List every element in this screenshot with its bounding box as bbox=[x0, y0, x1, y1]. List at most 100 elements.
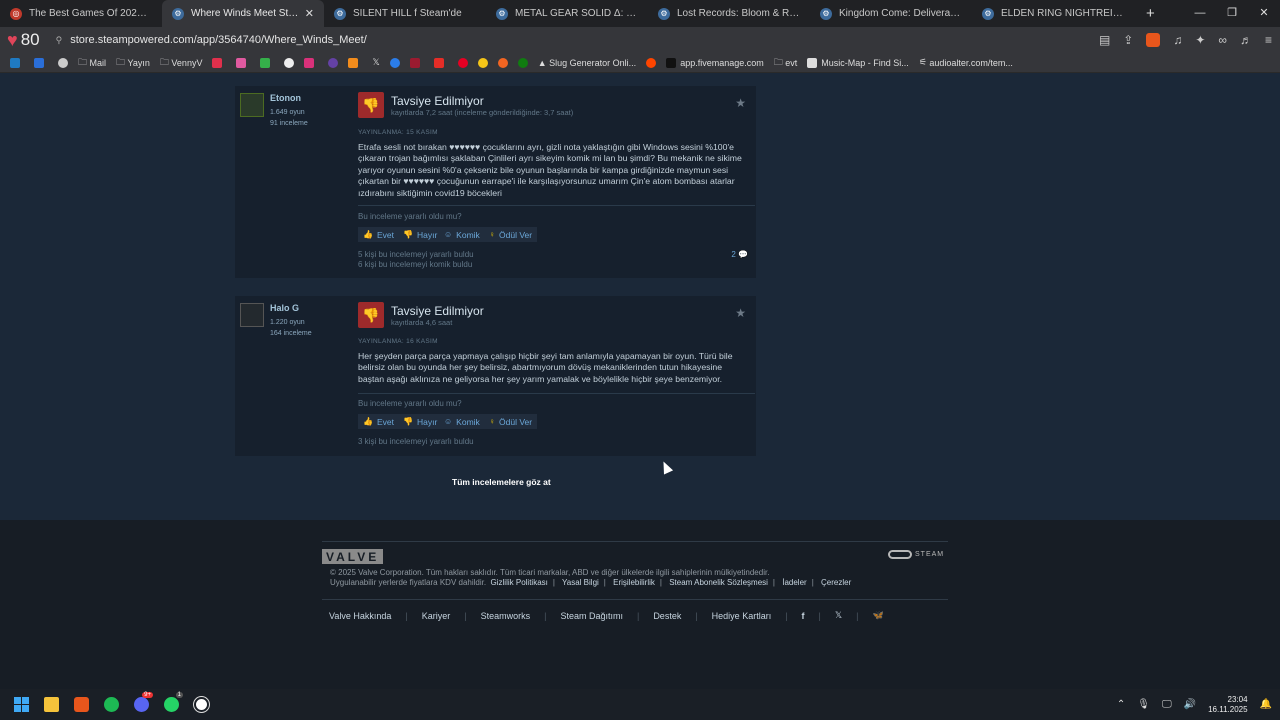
bookmark-slug[interactable]: ▲ Slug Generator Onli... bbox=[538, 58, 636, 68]
menu-icon[interactable]: ≡ bbox=[1265, 33, 1272, 47]
bookmark-zte[interactable] bbox=[10, 57, 24, 68]
microphone-icon[interactable]: 🎙 bbox=[1137, 699, 1150, 710]
audio-icon[interactable]: ♫ bbox=[1173, 33, 1182, 47]
url-field[interactable]: ⚲ store.steampowered.com/app/3564740/Whe… bbox=[56, 34, 367, 46]
bookmark-evt[interactable]: 🗀 evt bbox=[774, 55, 798, 71]
review-verdict[interactable]: Tavsiye Edilmiyor bbox=[391, 304, 484, 318]
tab-metal-gear[interactable]: ⚙ METAL GEAR SOLID Δ: SNAKE EATER bbox=[486, 0, 648, 27]
minimize-icon[interactable]: — bbox=[1184, 0, 1216, 27]
extensions-icon[interactable]: ✦ bbox=[1195, 33, 1205, 47]
network-icon[interactable]: 🖵 bbox=[1162, 699, 1172, 710]
brave-shield-icon[interactable] bbox=[1146, 33, 1161, 47]
steamworks-link[interactable]: Steamworks bbox=[481, 611, 531, 621]
bookmark-yayin[interactable]: 🗀 Yayın bbox=[116, 55, 150, 71]
tab-silent-hill[interactable]: ⚙ SILENT HILL f Steam'de bbox=[324, 0, 486, 27]
new-tab-icon[interactable]: + bbox=[1146, 5, 1155, 22]
author-reviews[interactable]: 91 inceleme bbox=[270, 120, 308, 127]
vote-funny-button[interactable]: ☺ Komik bbox=[439, 227, 485, 242]
file-explorer-button[interactable] bbox=[36, 689, 66, 720]
x-icon[interactable]: 𝕏 bbox=[835, 610, 842, 621]
brave-button[interactable] bbox=[66, 689, 96, 720]
bookmark-yellow[interactable] bbox=[477, 57, 488, 68]
vote-yes-button[interactable]: 👍 Evet bbox=[358, 227, 399, 242]
jobs-link[interactable]: Kariyer bbox=[422, 611, 451, 621]
tab-where-winds-meet[interactable]: ⚙ Where Winds Meet Steam'de ✕ bbox=[162, 0, 324, 27]
bookmark-pinterest[interactable] bbox=[457, 57, 468, 68]
bookmark-purple[interactable] bbox=[328, 57, 339, 68]
share-icon[interactable]: ⇪ bbox=[1123, 33, 1133, 47]
subscriber-agreement-link[interactable]: Steam Abonelik Sözleşmesi bbox=[669, 578, 768, 587]
about-valve-link[interactable]: Valve Hakkında bbox=[329, 611, 391, 621]
close-window-icon[interactable]: ✕ bbox=[1248, 0, 1280, 27]
award-icon[interactable]: ★ bbox=[735, 306, 746, 320]
tab-kingdom-come[interactable]: ⚙ Kingdom Come: Deliverance II Steam bbox=[810, 0, 972, 27]
site-info-icon[interactable]: ⚲ bbox=[56, 35, 63, 46]
vote-yes-button[interactable]: 👍 Evet bbox=[358, 414, 399, 429]
award-button[interactable]: ♀ Ödül Ver bbox=[484, 227, 538, 242]
discord-button[interactable]: 9+ bbox=[126, 689, 156, 720]
all-reviews-link[interactable]: Tüm incelemelere göz at bbox=[452, 477, 551, 487]
author-reviews[interactable]: 164 inceleme bbox=[270, 330, 312, 337]
bookmark-bi[interactable] bbox=[236, 57, 250, 68]
bookmark-reddit[interactable] bbox=[646, 57, 657, 68]
bookmark-red[interactable] bbox=[212, 57, 226, 68]
close-tab-icon[interactable]: ✕ bbox=[305, 7, 314, 20]
legal-link[interactable]: Yasal Bilgi bbox=[562, 578, 599, 587]
bookmark-audioalter[interactable]: ⚟ audioalter.com/tem... bbox=[919, 57, 1013, 68]
notification-icon[interactable]: 🔔 bbox=[1260, 699, 1272, 710]
bookmark-fivemanage[interactable]: app.fivemanage.com bbox=[666, 57, 764, 68]
bookmark-tiktok[interactable] bbox=[284, 57, 295, 68]
volume-icon[interactable]: 🔊 bbox=[1184, 699, 1196, 710]
tab-best-games[interactable]: ◎ The Best Games Of 2025 (So Far) - G bbox=[0, 0, 162, 27]
whatsapp-button[interactable]: 1 bbox=[156, 689, 186, 720]
bookmark-youtube[interactable] bbox=[433, 57, 448, 68]
bookmark-darkred[interactable] bbox=[409, 57, 424, 68]
bookmark-x[interactable]: 𝕏 bbox=[372, 57, 379, 68]
bookmark-chrome[interactable] bbox=[58, 57, 68, 68]
bookmark-arrow[interactable] bbox=[34, 57, 48, 68]
bluesky-icon[interactable]: 🦋 bbox=[873, 610, 884, 621]
start-button[interactable] bbox=[6, 689, 36, 720]
spotify-button[interactable] bbox=[96, 689, 126, 720]
author-name[interactable]: Etonon bbox=[270, 93, 301, 103]
vote-funny-button[interactable]: ☺ Komik bbox=[439, 414, 485, 429]
bookmark-orange[interactable] bbox=[348, 57, 362, 68]
author-games[interactable]: 1.649 oyun bbox=[270, 109, 305, 116]
steam-button[interactable] bbox=[186, 689, 216, 720]
bookmark-orange2[interactable] bbox=[497, 57, 508, 68]
bookmark-green[interactable] bbox=[260, 57, 274, 68]
award-button[interactable]: ♀ Ödül Ver bbox=[484, 414, 538, 429]
bookmark-xbox[interactable] bbox=[517, 57, 528, 68]
privacy-link[interactable]: Gizlilik Politikası bbox=[491, 578, 548, 587]
avatar[interactable] bbox=[240, 303, 264, 327]
vote-no-button[interactable]: 👎 Hayır bbox=[398, 414, 443, 429]
steam-logo[interactable]: STEAM bbox=[888, 550, 944, 559]
cookies-link[interactable]: Çerezler bbox=[821, 578, 851, 587]
media-icon[interactable]: ♬ bbox=[1240, 33, 1252, 47]
support-link[interactable]: Destek bbox=[653, 611, 681, 621]
reader-icon[interactable]: ▤ bbox=[1099, 33, 1110, 47]
bookmark-instagram[interactable] bbox=[304, 57, 318, 68]
bookmark-mail[interactable]: 🗀 Mail bbox=[78, 55, 106, 71]
award-icon[interactable]: ★ bbox=[735, 96, 746, 110]
bookmark-vennyv[interactable]: 🗀 VennyV bbox=[160, 55, 203, 71]
steam-distribution-link[interactable]: Steam Dağıtımı bbox=[560, 611, 623, 621]
facebook-icon[interactable]: f bbox=[802, 611, 805, 621]
maximize-icon[interactable]: ❐ bbox=[1216, 0, 1248, 27]
comments-count[interactable]: 2 💬 bbox=[731, 250, 748, 259]
gift-cards-link[interactable]: Hediye Kartları bbox=[712, 611, 772, 621]
valve-logo[interactable]: VALVE bbox=[322, 549, 384, 564]
bookmark-blue[interactable] bbox=[389, 57, 400, 68]
vote-no-button[interactable]: 👎 Hayır bbox=[398, 227, 443, 242]
bookmark-musicmap[interactable]: Music-Map - Find Si... bbox=[807, 57, 909, 68]
tab-elden-ring[interactable]: ⚙ ELDEN RING NIGHTREIGN Steam'de bbox=[972, 0, 1134, 27]
author-name[interactable]: Halo G bbox=[270, 303, 299, 313]
link-icon[interactable]: ∞ bbox=[1218, 33, 1227, 47]
tab-lost-records[interactable]: ⚙ Lost Records: Bloom & Rage Steam'd bbox=[648, 0, 810, 27]
accessibility-link[interactable]: Erişilebilirlik bbox=[613, 578, 655, 587]
avatar[interactable] bbox=[240, 93, 264, 117]
author-games[interactable]: 1.220 oyun bbox=[270, 319, 305, 326]
chevron-up-icon[interactable]: ⌃ bbox=[1117, 699, 1125, 710]
review-verdict[interactable]: Tavsiye Edilmiyor bbox=[391, 94, 484, 108]
refunds-link[interactable]: İadeler bbox=[782, 578, 806, 587]
